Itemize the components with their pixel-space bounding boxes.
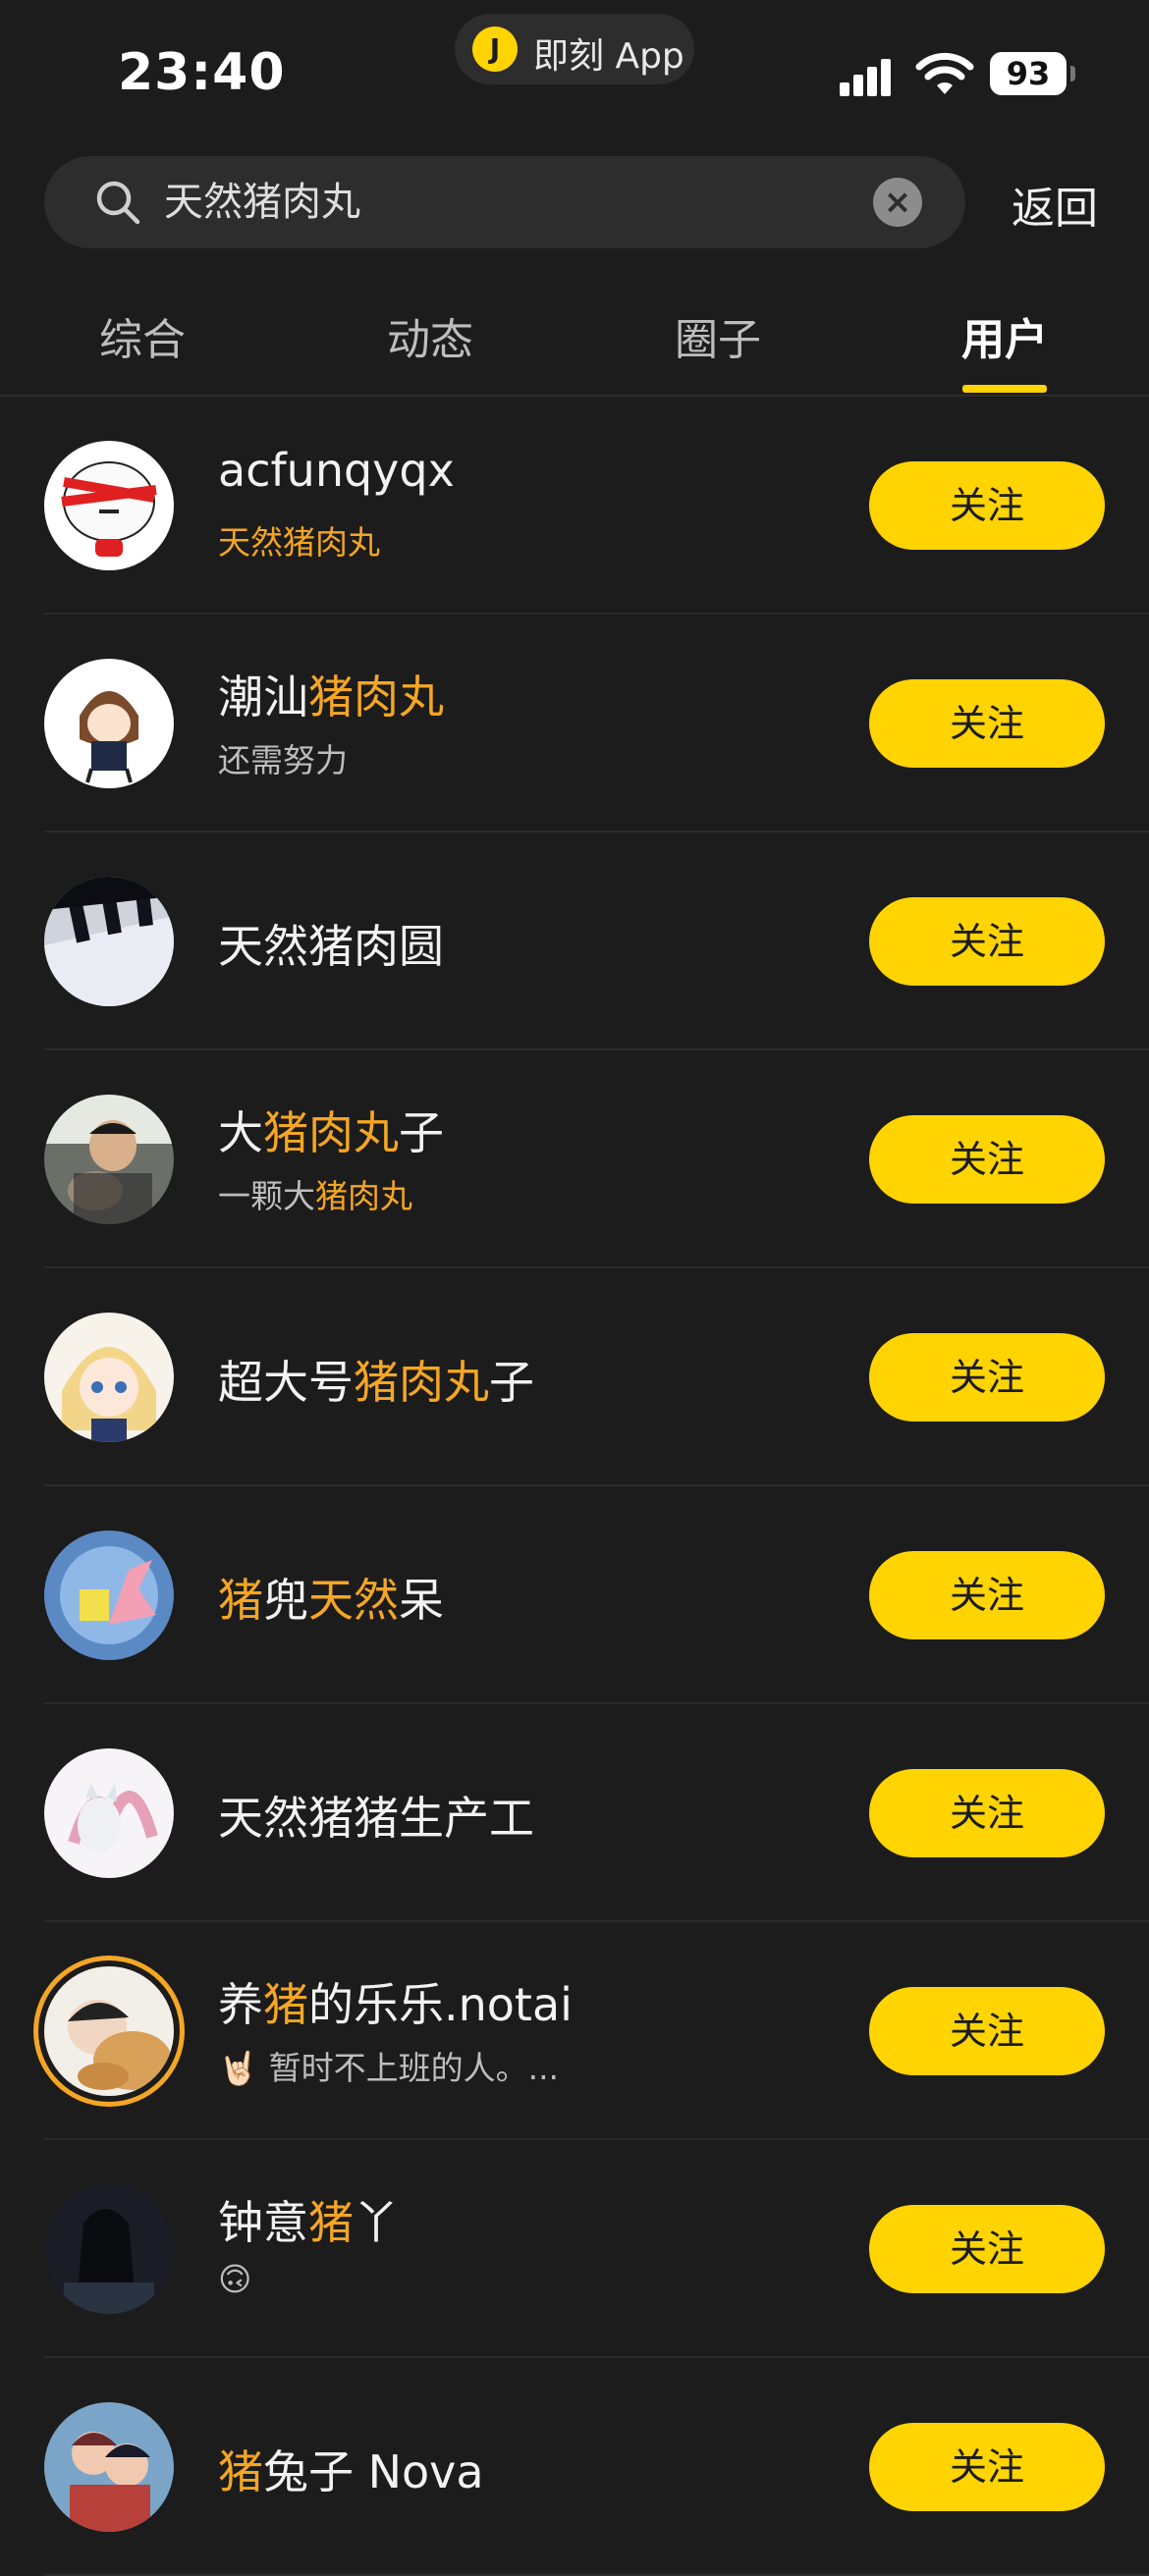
status-bar: 23:40 J 即刻 App 93 [0, 0, 1149, 147]
keyword-highlight: 猪 [263, 1978, 308, 2031]
person-with-dog-avatar[interactable] [44, 1966, 174, 2096]
text-segment: 🙃 [218, 2260, 252, 2298]
text-segment: 潮汕 [218, 671, 308, 724]
text-segment: 天然猪猪生产工 [218, 1792, 534, 1845]
search-icon [96, 181, 140, 225]
battery-tip [1070, 66, 1075, 81]
tab-circles[interactable]: 圈子 [620, 304, 816, 367]
user-row[interactable]: 钟意猪丫 🙃 关注 [0, 2140, 1149, 2358]
user-name[interactable]: 天然猪猪生产工 [218, 1783, 534, 1848]
keyword-highlight: 猪肉丸 [263, 1106, 399, 1159]
text-segment: 钟意 [218, 2196, 308, 2249]
user-row[interactable]: 猪兜天然呆 关注 [0, 1486, 1149, 1704]
active-tab-indicator [962, 385, 1047, 393]
user-result-list: acfunqyqx 天然猪肉丸 关注 潮汕猪肉丸 还需努力 关注 天然猪肉圆 关注 大猪肉丸子一… [0, 397, 1149, 2576]
follow-button[interactable]: 关注 [869, 461, 1105, 550]
tab-posts[interactable]: 动态 [332, 304, 528, 367]
user-bio: 🙃 [218, 2260, 251, 2298]
couple-illustration-avatar[interactable] [44, 2402, 174, 2532]
text-segment: 养 [218, 1978, 263, 2031]
piano-keys-avatar[interactable] [44, 877, 174, 1006]
user-name[interactable]: acfunqyqx [218, 444, 455, 497]
follow-button[interactable]: 关注 [869, 1333, 1105, 1422]
search-input[interactable] [164, 156, 851, 248]
text-segment: 子 [399, 1106, 444, 1159]
user-bio: 还需努力 [218, 734, 348, 781]
anime-girl-avatar[interactable] [44, 659, 174, 788]
user-row[interactable]: 潮汕猪肉丸还需努力 关注 [0, 615, 1149, 832]
app-switch-pill[interactable]: J 即刻 App [455, 14, 694, 84]
text-segment: 丫 [354, 2196, 399, 2249]
follow-button[interactable]: 关注 [869, 2205, 1105, 2293]
keyword-highlight: 天然猪肉丸 [218, 523, 380, 562]
wifi-icon [915, 52, 974, 94]
cartoon-starfish-avatar[interactable] [44, 1530, 174, 1660]
anime-blonde-avatar[interactable] [44, 1313, 174, 1442]
follow-button[interactable]: 关注 [869, 1115, 1105, 1204]
follow-button[interactable]: 关注 [869, 897, 1105, 986]
text-segment: 一颗大 [218, 1177, 315, 1215]
dark-portrait-avatar[interactable] [44, 2184, 174, 2314]
user-row[interactable]: 天然猪猪生产工 关注 [0, 1704, 1149, 1922]
user-row[interactable]: acfunqyqx 天然猪肉丸 关注 [0, 397, 1149, 615]
tab-users[interactable]: 用户 [906, 304, 1103, 367]
keyword-highlight: 猪 [218, 1574, 263, 1627]
user-bio: 🤘🏻 暂时不上班的人。... [218, 2042, 559, 2089]
user-name[interactable]: 超大号猪肉丸子 [218, 1347, 534, 1412]
text-segment: 🤘🏻 暂时不上班的人。... [218, 2049, 560, 2087]
text-segment: 子 [489, 1356, 534, 1409]
text-segment: 天然猪肉圆 [218, 920, 444, 973]
clear-search-icon[interactable]: × [873, 178, 922, 227]
follow-button[interactable]: 关注 [869, 1987, 1105, 2075]
follow-button[interactable]: 关注 [869, 679, 1105, 768]
user-name[interactable]: 猪兜天然呆 [218, 1565, 444, 1630]
keyword-highlight: 猪肉丸 [354, 1356, 489, 1409]
text-segment: 还需努力 [218, 741, 348, 779]
jike-logo-icon: J [472, 27, 518, 72]
user-name[interactable]: 潮汕猪肉丸 [218, 662, 444, 726]
keyword-highlight: 天然 [308, 1574, 399, 1627]
user-bio: 一颗大猪肉丸 [218, 1170, 412, 1217]
text-segment: acfunqyqx [218, 444, 455, 497]
person-with-cat-avatar[interactable] [44, 1095, 174, 1224]
user-name[interactable]: 养猪的乐乐.notai [218, 1969, 573, 2034]
keyword-highlight: 猪 [308, 2196, 354, 2249]
keyword-highlight: 猪 [218, 2445, 263, 2498]
battery-icon: 93 [990, 52, 1067, 95]
text-segment: 呆 [399, 1574, 444, 1627]
user-row[interactable]: 大猪肉丸子 一颗大猪肉丸 关注 [0, 1050, 1149, 1268]
user-name[interactable]: 钟意猪丫 [218, 2187, 399, 2252]
text-segment: 大 [218, 1106, 263, 1159]
user-row[interactable]: 天然猪肉圆 关注 [0, 832, 1149, 1050]
user-name[interactable]: 大猪肉丸子 [218, 1098, 444, 1162]
text-segment: 兔子 Nova [263, 2445, 484, 2498]
text-segment: 超大号 [218, 1356, 354, 1409]
user-row[interactable]: 猪兔子 Nova 关注 [0, 2358, 1149, 2576]
keyword-highlight: 猪肉丸 [308, 671, 444, 724]
cellular-signal-icon [840, 57, 899, 96]
app-label: 即刻 App [533, 36, 684, 77]
tab-comprehensive[interactable]: 综合 [44, 304, 241, 367]
clock: 23:40 [118, 43, 286, 102]
search-bar[interactable]: × [44, 156, 965, 248]
follow-button[interactable]: 关注 [869, 2423, 1105, 2511]
meme-face-avatar[interactable] [44, 441, 174, 570]
fox-illustration-avatar[interactable] [44, 1748, 174, 1878]
user-row[interactable]: 超大号猪肉丸子 关注 [0, 1268, 1149, 1486]
user-bio: 天然猪肉丸 [218, 516, 380, 564]
user-name[interactable]: 天然猪肉圆 [218, 911, 444, 976]
search-result-tabs: 综合 动态 圈子 用户 [0, 295, 1149, 397]
text-segment: 的乐乐.notai [308, 1978, 573, 2031]
follow-button[interactable]: 关注 [869, 1551, 1105, 1639]
user-name[interactable]: 猪兔子 Nova [218, 2437, 484, 2501]
user-row[interactable]: 养猪的乐乐.notai 🤘🏻 暂时不上班的人。... 关注 [0, 1922, 1149, 2140]
follow-button[interactable]: 关注 [869, 1769, 1105, 1857]
back-button[interactable]: 返回 [1012, 173, 1098, 236]
keyword-highlight: 猪肉丸 [315, 1177, 412, 1215]
text-segment: 兜 [263, 1574, 308, 1627]
